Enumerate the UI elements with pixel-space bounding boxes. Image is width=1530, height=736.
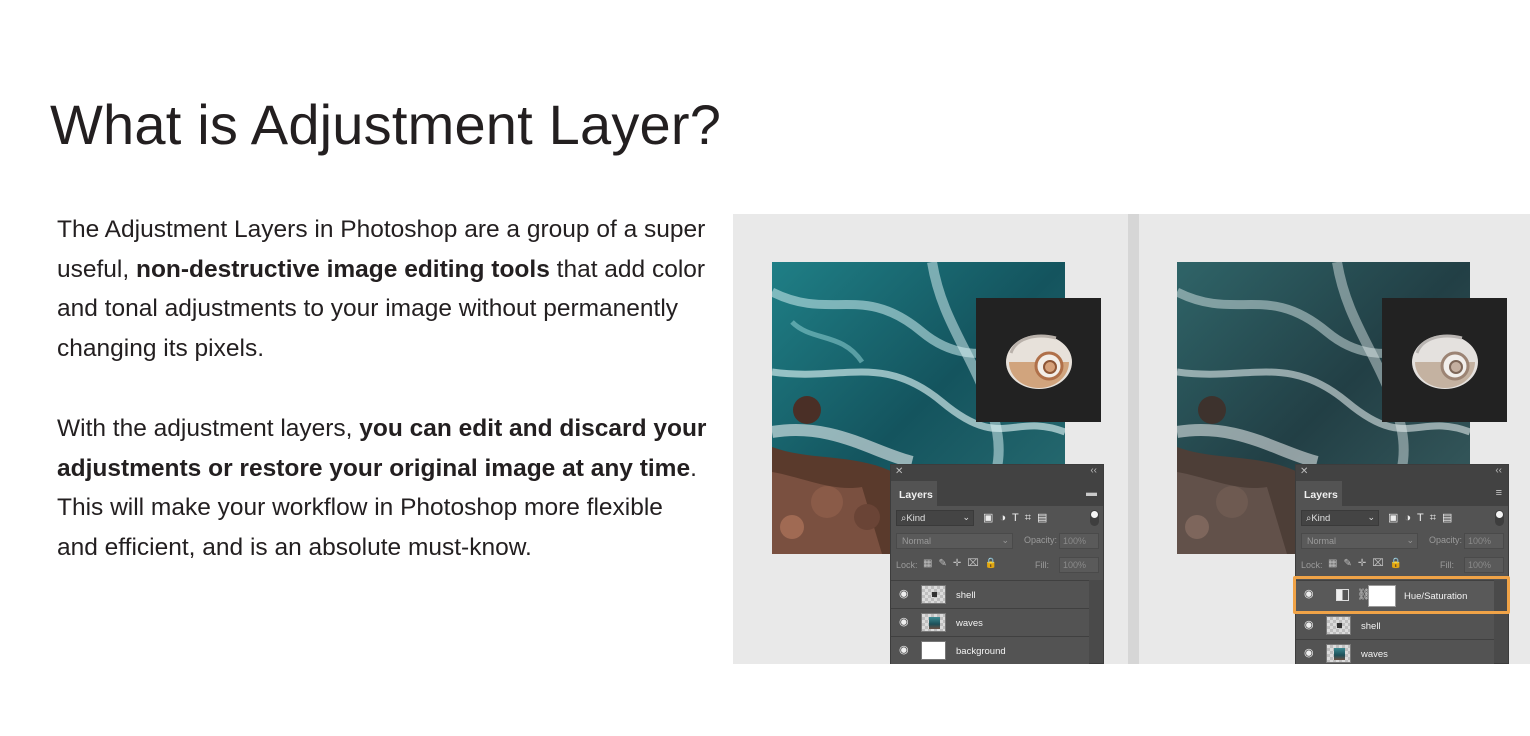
panel-menu-icon[interactable]: ≡ [1496, 488, 1502, 499]
shell-image-adjusted [1382, 298, 1507, 422]
paragraph-text: With the adjustment layers, [57, 415, 360, 442]
layer-thumbnail [1326, 644, 1351, 663]
lock-icons[interactable]: ▦✎✛⌧🔒 [923, 558, 1003, 569]
filter-icons[interactable]: ▣◑T⌗▤ [1388, 511, 1458, 525]
layers-panel-original: ✕ ‹‹ Layers ▬ ⌕Kind ⌄ ▣◑T⌗▤ Normal ⌄ Opaci… [890, 464, 1104, 664]
filter-icons[interactable]: ▣◑T⌗▤ [983, 511, 1053, 525]
blend-mode-select[interactable]: Normal ⌄ [1301, 533, 1418, 549]
kind-label: Kind [1311, 513, 1331, 524]
close-icon[interactable]: ✕ [1300, 466, 1308, 477]
chevron-down-icon: ⌄ [962, 512, 970, 522]
lock-icons[interactable]: ▦✎✛⌧🔒 [1328, 558, 1408, 569]
layer-row-waves[interactable]: ◉ waves [1296, 639, 1494, 664]
blend-mode-value: Normal [902, 536, 932, 546]
lock-label: Lock: [896, 560, 918, 570]
layer-thumbnail [921, 585, 946, 604]
blend-row: Normal ⌄ Opacity: 100% [891, 530, 1103, 554]
blend-row: Normal ⌄ Opacity: 100% [1296, 530, 1508, 554]
layers-panel-adjusted: ✕ ‹‹ Layers ≡ ⌕Kind ⌄ ▣◑T⌗▤ Normal ⌄ Opaci… [1295, 464, 1509, 664]
layer-name: background [956, 646, 1006, 657]
layer-list: ◉ shell ◉ waves ◉ background [891, 580, 1089, 664]
fill-label: Fill: [1440, 560, 1454, 570]
filter-toggle[interactable] [1090, 510, 1099, 526]
lock-row: Lock: ▦✎✛⌧🔒 Fill: 100% [891, 554, 1103, 578]
figure-divider [1128, 214, 1139, 664]
kind-filter-select[interactable]: ⌕Kind ⌄ [896, 510, 974, 526]
collapse-icon[interactable]: ‹‹ [1090, 465, 1097, 476]
shell-image-original [976, 298, 1101, 422]
layer-name: waves [1361, 649, 1388, 660]
lock-row: Lock: ▦✎✛⌧🔒 Fill: 100% [1296, 554, 1508, 578]
tab-layers[interactable]: Layers [1296, 481, 1342, 506]
layer-name: shell [956, 590, 976, 601]
fill-field[interactable]: 100% [1059, 557, 1099, 573]
page-title: What is Adjustment Layer? [50, 93, 722, 156]
adjustment-layer-highlight [1293, 576, 1510, 614]
eye-icon[interactable]: ◉ [899, 615, 909, 628]
layer-row-shell[interactable]: ◉ shell [1296, 611, 1494, 639]
blend-mode-select[interactable]: Normal ⌄ [896, 533, 1013, 549]
layer-row-shell[interactable]: ◉ shell [891, 580, 1089, 608]
layer-thumbnail [921, 641, 946, 660]
layer-row-waves[interactable]: ◉ waves [891, 608, 1089, 636]
panel-header: ✕ ‹‹ [1296, 465, 1508, 481]
close-icon[interactable]: ✕ [895, 466, 903, 477]
panel-tabs: Layers ▬ [891, 481, 1103, 506]
paragraph-bold-text: non-destructive image editing tools [136, 255, 550, 283]
eye-icon[interactable]: ◉ [899, 643, 909, 656]
intro-paragraph: The Adjustment Layers in Photoshop are a… [57, 210, 707, 368]
opacity-field[interactable]: 100% [1464, 533, 1504, 549]
opacity-label: Opacity: [1429, 535, 1463, 545]
blend-mode-value: Normal [1307, 536, 1337, 546]
chevron-down-icon: ⌄ [1406, 535, 1414, 545]
fill-field[interactable]: 100% [1464, 557, 1504, 573]
filter-toggle[interactable] [1495, 510, 1504, 526]
panel-header: ✕ ‹‹ [891, 465, 1103, 481]
eye-icon[interactable]: ◉ [1304, 618, 1314, 631]
tab-layers[interactable]: Layers [891, 481, 937, 506]
kind-label: Kind [906, 513, 926, 524]
panel-tabs: Layers ≡ [1296, 481, 1508, 506]
benefits-paragraph: With the adjustment layers, you can edit… [57, 409, 707, 567]
layer-thumbnail [1326, 616, 1351, 635]
lock-label: Lock: [1301, 560, 1323, 570]
layer-name: waves [956, 618, 983, 629]
opacity-field[interactable]: 100% [1059, 533, 1099, 549]
panel-scrollbar[interactable] [1089, 580, 1103, 663]
eye-icon[interactable]: ◉ [1304, 646, 1314, 659]
eye-icon[interactable]: ◉ [899, 587, 909, 600]
comparison-figure: ✕ ‹‹ Layers ▬ ⌕Kind ⌄ ▣◑T⌗▤ Normal ⌄ Opaci… [733, 214, 1530, 664]
kind-filter-select[interactable]: ⌕Kind ⌄ [1301, 510, 1379, 526]
chevron-down-icon: ⌄ [1001, 535, 1009, 545]
filter-row: ⌕Kind ⌄ ▣◑T⌗▤ [1296, 506, 1508, 530]
layer-row-background[interactable]: ◉ background [891, 636, 1089, 664]
opacity-label: Opacity: [1024, 535, 1058, 545]
layer-name: shell [1361, 621, 1381, 632]
chevron-down-icon: ⌄ [1367, 512, 1375, 522]
layer-thumbnail [921, 613, 946, 632]
filter-row: ⌕Kind ⌄ ▣◑T⌗▤ [891, 506, 1103, 530]
panel-menu-icon[interactable]: ▬ [1086, 488, 1097, 499]
collapse-icon[interactable]: ‹‹ [1495, 465, 1502, 476]
fill-label: Fill: [1035, 560, 1049, 570]
